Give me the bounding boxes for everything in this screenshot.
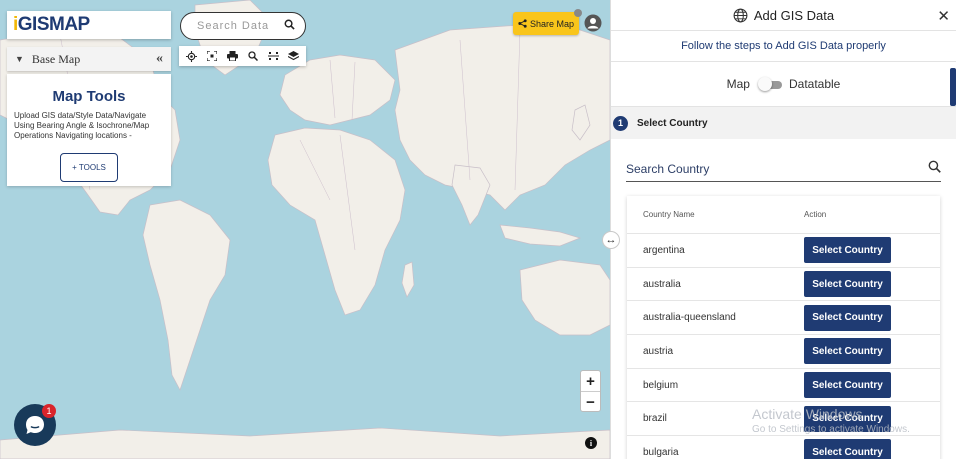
map-toolbar (179, 46, 306, 66)
zoom-in-button[interactable]: + (581, 371, 600, 391)
country-search-box[interactable] (626, 156, 941, 182)
measure-icon[interactable] (265, 48, 281, 64)
land-australia (519, 259, 610, 336)
table-row: argentina Select Country (627, 234, 940, 268)
country-name: belgium (643, 379, 679, 391)
base-map-toggle[interactable]: ▼ Base Map « (7, 47, 171, 71)
add-gis-data-panel: Add GIS Data ✕ Follow the steps to Add G… (610, 0, 956, 459)
land-antarctica (0, 427, 610, 459)
map-canvas[interactable]: iGISMAP ▼ Base Map « Map Tools Upload GI… (0, 0, 610, 459)
search-icon[interactable] (284, 17, 295, 35)
share-map-button[interactable]: Share Map (513, 12, 579, 35)
step-label: Select Country (637, 117, 708, 129)
column-header-country: Country Name (643, 210, 695, 219)
country-name: bulgaria (643, 446, 679, 458)
toggle-label-map: Map (726, 77, 750, 91)
caret-down-icon: ▼ (15, 54, 24, 64)
table-row: australia-queensland Select Country (627, 301, 940, 336)
share-icon (518, 19, 527, 28)
base-map-label: Base Map (31, 51, 81, 66)
notification-dot (574, 9, 582, 17)
share-map-label: Share Map (529, 18, 575, 29)
toggle-label-datatable: Datatable (788, 77, 841, 91)
user-account-icon[interactable] (584, 14, 602, 32)
panel-header: Add GIS Data ✕ (611, 0, 956, 31)
print-icon[interactable] (224, 48, 240, 64)
table-header-row: Country Name Action (627, 196, 940, 234)
globe-icon (733, 8, 748, 22)
country-name: austria (643, 345, 674, 357)
select-country-button[interactable]: Select Country (804, 338, 891, 365)
add-tools-button[interactable]: + TOOLS (60, 153, 118, 182)
country-table: Country Name Action argentina Select Cou… (627, 196, 940, 459)
locate-icon[interactable] (183, 48, 199, 64)
zoom-out-button[interactable]: − (581, 392, 600, 412)
land-south-america (142, 199, 231, 391)
land-madagascar (401, 261, 415, 298)
select-country-button[interactable]: Select Country (804, 271, 891, 298)
table-row: australia Select Country (627, 268, 940, 302)
view-toggle-row: Map Datatable (611, 62, 956, 107)
select-country-button[interactable]: Select Country (804, 405, 891, 432)
select-country-button[interactable]: Select Country (804, 372, 891, 399)
map-tools-title: Map Tools (52, 88, 126, 105)
country-name: brazil (643, 413, 667, 425)
search-data-box[interactable] (180, 12, 306, 40)
fullscreen-icon[interactable] (204, 48, 220, 64)
scrollbar-thumb[interactable] (950, 68, 956, 106)
step-select-country: 1 Select Country (611, 107, 956, 139)
brand-logo[interactable]: iGISMAP (7, 11, 171, 39)
zoom-control: + − (580, 370, 601, 412)
country-name: australia (643, 278, 681, 290)
table-row: belgium Select Country (627, 369, 940, 403)
map-tools-description: Upload GIS data/Style Data/Navigate Usin… (14, 111, 150, 140)
info-icon[interactable]: i (585, 437, 597, 449)
table-row: brazil Select Country (627, 402, 940, 437)
zoom-search-icon[interactable] (245, 48, 261, 64)
collapse-icon[interactable]: « (156, 51, 163, 67)
country-name: argentina (643, 244, 685, 256)
search-data-input[interactable] (197, 20, 283, 32)
country-name: australia-queensland (643, 312, 736, 324)
step-number-badge: 1 (613, 115, 628, 131)
column-header-action: Action (804, 210, 827, 219)
panel-title: Add GIS Data (753, 7, 835, 23)
country-search-input[interactable] (626, 161, 906, 176)
select-country-button[interactable]: Select Country (804, 304, 891, 331)
layers-icon[interactable] (286, 48, 302, 64)
map-datatable-switch[interactable] (757, 76, 782, 91)
close-icon[interactable]: ✕ (937, 7, 950, 25)
land-indonesia (499, 224, 582, 247)
select-country-button[interactable]: Select Country (804, 237, 891, 264)
resize-handle-icon[interactable]: ↔ (602, 231, 620, 249)
table-row: bulgaria Select Country (627, 436, 940, 459)
panel-subtitle: Follow the steps to Add GIS Data properl… (611, 31, 956, 62)
land-africa (267, 127, 406, 316)
chat-bubble-icon (26, 416, 44, 434)
search-icon[interactable] (928, 160, 941, 178)
chat-notification-badge: 1 (42, 404, 56, 418)
select-country-button[interactable]: Select Country (804, 439, 891, 459)
table-row: austria Select Country (627, 335, 940, 369)
map-tools-card: Map Tools Upload GIS data/Style Data/Nav… (7, 74, 171, 186)
